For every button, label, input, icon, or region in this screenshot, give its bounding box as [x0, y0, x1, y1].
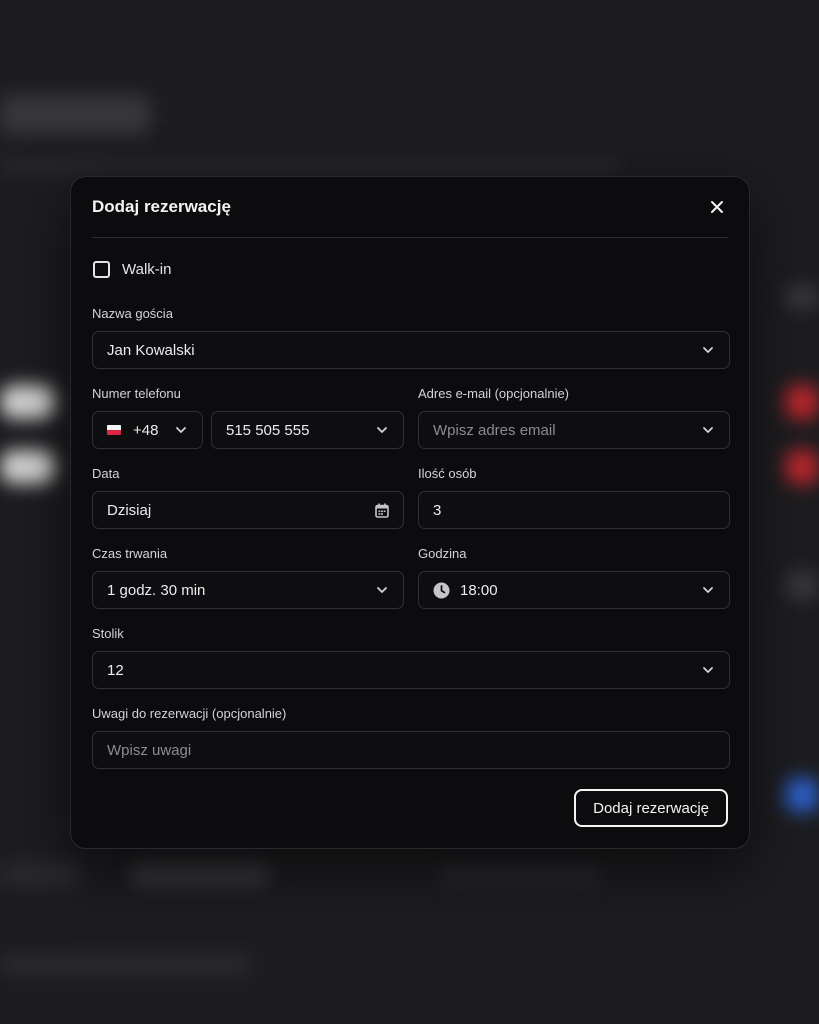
duration-value: 1 godz. 30 min — [107, 581, 206, 599]
country-code-value: +48 — [133, 421, 159, 439]
poland-flag-icon — [107, 425, 121, 435]
bg-blue-badge — [785, 778, 819, 812]
chevron-down-icon — [375, 583, 389, 597]
email-label: Adres e-mail (opcjonalnie) — [418, 386, 570, 401]
bg-toggle-blur — [0, 385, 55, 419]
phone-number-input[interactable]: 515 505 555 — [211, 411, 404, 449]
bg-red-badge — [785, 450, 819, 484]
walkin-label: Walk-in — [122, 261, 172, 278]
close-button[interactable] — [706, 196, 728, 218]
country-code-select[interactable]: +48 — [92, 411, 203, 449]
duration-label: Czas trwania — [92, 546, 168, 561]
clock-icon — [433, 582, 450, 599]
chevron-down-icon — [174, 423, 188, 437]
chevron-down-icon — [701, 583, 715, 597]
walkin-checkbox-row[interactable]: Walk-in — [93, 261, 171, 278]
bg-block — [0, 862, 80, 886]
bg-subtitle-blur — [0, 160, 620, 174]
time-value: 18:00 — [460, 581, 498, 599]
walkin-checkbox[interactable] — [93, 261, 110, 278]
people-count-input[interactable]: 3 — [418, 491, 730, 529]
date-label: Data — [92, 466, 120, 481]
notes-placeholder: Wpisz uwagi — [107, 741, 192, 759]
bg-block — [785, 285, 819, 310]
time-label: Godzina — [418, 546, 467, 561]
bg-red-badge — [785, 385, 819, 419]
chevron-down-icon — [701, 423, 715, 437]
table-select[interactable]: 12 — [92, 651, 730, 689]
bg-block — [785, 570, 819, 600]
notes-label: Uwagi do rezerwacji (opcjonalnie) — [92, 706, 287, 721]
bg-footer-blur — [0, 955, 250, 975]
table-value: 12 — [107, 661, 124, 679]
date-value: Dzisiaj — [107, 501, 152, 519]
people-count-value: 3 — [433, 501, 442, 519]
guest-name-value: Jan Kowalski — [107, 341, 195, 359]
time-select[interactable]: 18:00 — [418, 571, 730, 609]
date-picker[interactable]: Dzisiaj — [92, 491, 404, 529]
add-reservation-button[interactable]: Dodaj rezerwację — [574, 789, 728, 827]
bg-block — [440, 865, 600, 885]
bg-toggle-blur — [0, 450, 55, 484]
calendar-icon[interactable] — [375, 502, 389, 518]
modal-header: Dodaj rezerwację — [92, 177, 728, 238]
table-label: Stolik — [92, 626, 124, 641]
notes-input[interactable]: Wpisz uwagi — [92, 731, 730, 769]
chevron-down-icon — [375, 423, 389, 437]
bg-block — [130, 862, 270, 886]
chevron-down-icon — [701, 663, 715, 677]
chevron-down-icon — [701, 343, 715, 357]
phone-label: Numer telefonu — [92, 386, 181, 401]
duration-select[interactable]: 1 godz. 30 min — [92, 571, 404, 609]
email-select[interactable]: Wpisz adres email — [418, 411, 730, 449]
guest-name-label: Nazwa gościa — [92, 306, 173, 321]
email-placeholder: Wpisz adres email — [433, 421, 556, 439]
bg-title-blur — [0, 95, 150, 135]
modal-title: Dodaj rezerwację — [92, 197, 231, 216]
people-count-label: Ilość osób — [418, 466, 477, 481]
guest-name-select[interactable]: Jan Kowalski — [92, 331, 730, 369]
add-reservation-modal: Dodaj rezerwację Walk-in Nazwa gościa Ja… — [70, 176, 750, 849]
phone-number-value: 515 505 555 — [226, 421, 310, 439]
close-icon — [711, 201, 723, 213]
